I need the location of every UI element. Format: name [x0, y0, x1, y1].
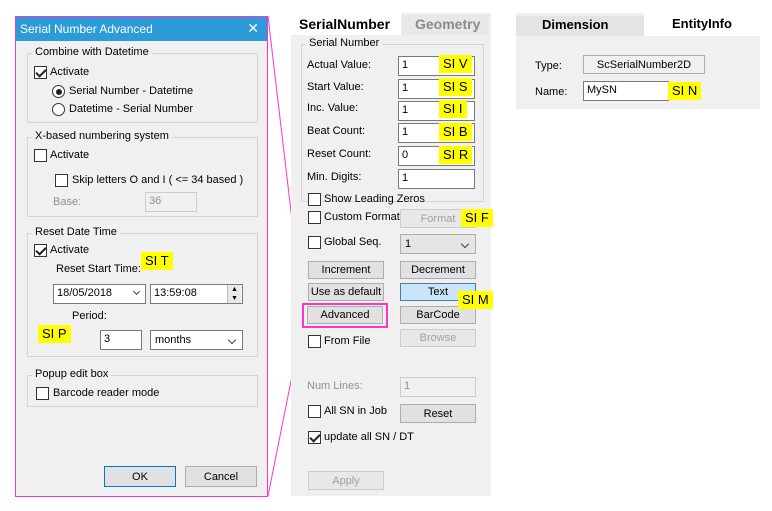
global-seq-label: Global Seq. [324, 236, 382, 248]
increment-button[interactable]: Increment [308, 261, 384, 279]
tag-sii: SI I [439, 100, 467, 118]
use-as-default-button[interactable]: Use as default [308, 283, 384, 301]
reset-time-value: 13:59:08 [154, 287, 197, 299]
global-seq-value: 1 [405, 238, 412, 250]
inc-value-label: Inc. Value: [307, 102, 359, 114]
browse-button[interactable]: Browse [400, 329, 476, 347]
actual-value-label: Actual Value: [307, 59, 372, 71]
period-unit-value: months [155, 334, 192, 346]
reset-activate-label: Activate [50, 244, 90, 256]
tag-sim: SI M [458, 291, 493, 309]
base-label: Base: [53, 196, 82, 208]
type-label: Type: [535, 60, 562, 72]
advanced-button[interactable]: Advanced [307, 306, 383, 324]
reset-start-time-label: Reset Start Time: [56, 263, 141, 275]
time-spin-down-icon[interactable]: ▼ [227, 294, 241, 303]
time-spin-up-icon[interactable]: ▲ [227, 285, 241, 294]
skip-letters-checkbox[interactable] [55, 174, 68, 187]
start-value-label: Start Value: [307, 81, 364, 93]
tab-geometry[interactable]: Geometry [401, 15, 489, 35]
entity-info-panel: Dimension EntityInfo Type: ScSerialNumbe… [516, 13, 760, 109]
serial-number-group-title: Serial Number [306, 37, 383, 49]
tab-serialnumber-label: SerialNumber [299, 16, 391, 32]
tag-sip: SI P [38, 325, 71, 343]
tag-sif: SI F [461, 209, 493, 227]
period-label: Period: [72, 310, 107, 322]
reset-date-value: 18/05/2018 [57, 287, 113, 299]
dialog-title-bar: Serial Number Advanced ✕ [16, 17, 267, 41]
show-leading-zeros-checkbox[interactable] [308, 193, 321, 206]
xbased-activate-checkbox[interactable] [34, 149, 47, 162]
num-lines-label: Num Lines: [307, 380, 363, 392]
period-value-field[interactable]: 3 [100, 330, 142, 350]
tab-serialnumber[interactable]: SerialNumber [291, 13, 401, 35]
close-icon[interactable]: ✕ [247, 20, 259, 37]
update-all-label: update all SN / DT [324, 431, 414, 443]
tab-entityinfo[interactable]: EntityInfo [644, 13, 760, 36]
tab-entityinfo-label: EntityInfo [672, 16, 732, 31]
tag-sit: SI T [141, 252, 173, 270]
combine-activate-checkbox[interactable] [34, 66, 47, 79]
skip-letters-label: Skip letters O and I ( <= 34 based ) [72, 174, 244, 186]
update-all-checkbox[interactable] [308, 431, 321, 444]
from-file-label: From File [324, 335, 371, 347]
tab-geometry-label: Geometry [415, 16, 481, 32]
combine-datetime-title: Combine with Datetime [32, 46, 152, 58]
type-value-box: ScSerialNumber2D [583, 55, 705, 74]
min-digits-field[interactable]: 1 [398, 169, 475, 189]
apply-button[interactable]: Apply [308, 471, 384, 490]
tag-siv: SI V [439, 55, 472, 73]
xbased-title: X-based numbering system [32, 130, 172, 142]
show-leading-zeros-label: Show Leading Zeros [324, 193, 425, 205]
decrement-button[interactable]: Decrement [400, 261, 476, 279]
sn-datetime-radio[interactable] [52, 85, 65, 98]
tag-sis: SI S [439, 78, 472, 96]
tag-sin: SI N [668, 82, 702, 100]
tag-sir: SI R [439, 146, 473, 164]
global-seq-checkbox[interactable] [308, 236, 321, 249]
num-lines-field[interactable]: 1 [400, 377, 476, 397]
tab-dimension[interactable]: Dimension [516, 16, 644, 36]
all-sn-in-job-checkbox[interactable] [308, 405, 321, 418]
min-digits-label: Min. Digits: [307, 171, 362, 183]
custom-format-checkbox[interactable] [308, 211, 321, 224]
from-file-checkbox[interactable] [308, 335, 321, 348]
barcode-reader-checkbox[interactable] [36, 387, 49, 400]
reset-button[interactable]: Reset [400, 404, 476, 423]
base-field[interactable]: 36 [145, 192, 197, 212]
cancel-button[interactable]: Cancel [185, 466, 257, 487]
sn-datetime-label: Serial Number - Datetime [69, 85, 194, 97]
reset-activate-checkbox[interactable] [34, 244, 47, 257]
barcode-reader-label: Barcode reader mode [53, 387, 160, 399]
tab-dimension-label: Dimension [542, 17, 609, 32]
popup-edit-title: Popup edit box [32, 368, 112, 380]
xbased-activate-label: Activate [50, 149, 90, 161]
all-sn-in-job-label: All SN in Job [324, 405, 387, 417]
reset-time-field[interactable]: 13:59:08 ▲ ▼ [150, 284, 243, 304]
reset-date-field[interactable]: 18/05/2018 [53, 284, 146, 304]
period-unit-select[interactable]: months [150, 330, 243, 350]
datetime-sn-label: Datetime - Serial Number [69, 103, 194, 115]
custom-format-label: Custom Format [324, 211, 400, 223]
combine-activate-label: Activate [50, 66, 90, 78]
ok-button[interactable]: OK [104, 466, 176, 487]
tag-sib: SI B [439, 123, 472, 141]
reset-datetime-title: Reset Date Time [32, 226, 120, 238]
calendar-dropdown-icon[interactable] [132, 287, 141, 296]
datetime-sn-radio[interactable] [52, 103, 65, 116]
name-label: Name: [535, 86, 568, 98]
dialog-title: Serial Number Advanced [20, 22, 153, 36]
name-field[interactable]: MySN [583, 81, 669, 101]
reset-count-label: Reset Count: [307, 148, 372, 160]
beat-count-label: Beat Count: [307, 125, 366, 137]
global-seq-select[interactable]: 1 [400, 234, 476, 254]
